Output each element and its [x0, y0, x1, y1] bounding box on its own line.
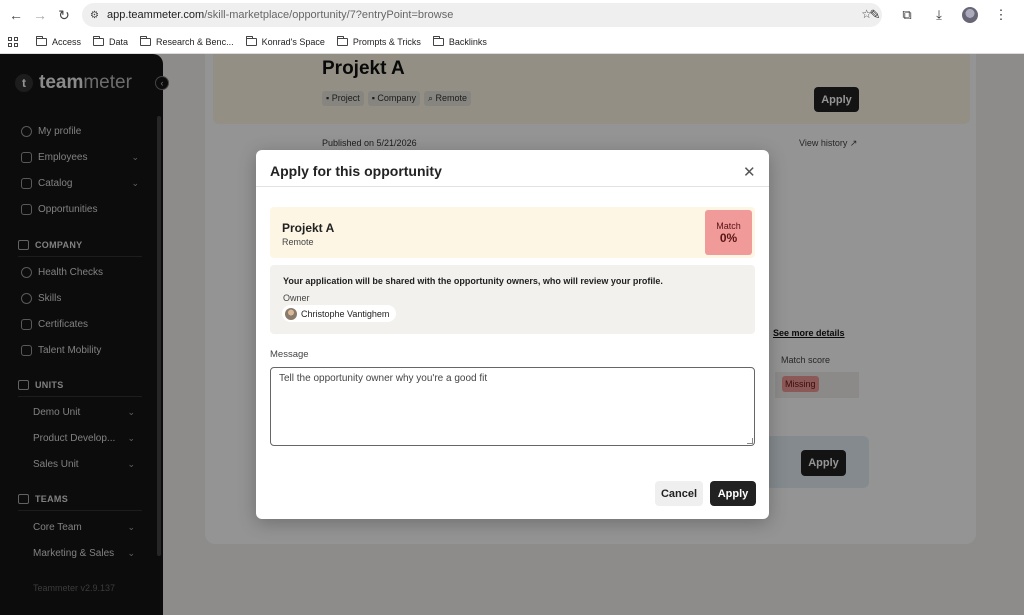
- bookmark-research[interactable]: Research & Benc...: [140, 35, 234, 47]
- browser-tools: ✎ ⧉ ⤓ ⋮: [866, 6, 1010, 24]
- url-text: app.teammeter.com/skill-marketplace/oppo…: [106, 9, 454, 21]
- bookmark-konrads-space[interactable]: Konrad's Space: [245, 35, 325, 47]
- download-icon[interactable]: ⤓: [930, 6, 948, 24]
- reload-icon[interactable]: ↻: [52, 3, 76, 27]
- eyedropper-icon[interactable]: ✎: [866, 6, 884, 24]
- opportunity-title: Projekt A: [282, 221, 335, 235]
- extensions-icon[interactable]: ⧉: [898, 6, 916, 24]
- match-badge: Match 0%: [705, 210, 752, 255]
- site-info-icon[interactable]: ⚙: [90, 10, 99, 21]
- avatar: [285, 307, 297, 320]
- divider: [256, 186, 769, 187]
- bookmark-data[interactable]: Data: [93, 35, 128, 47]
- match-label: Match: [716, 220, 741, 231]
- owner-label: Owner: [283, 293, 310, 303]
- apply-button[interactable]: Apply: [710, 481, 756, 506]
- menu-icon[interactable]: ⋮: [992, 6, 1010, 24]
- bookmark-prompts[interactable]: Prompts & Tricks: [336, 35, 421, 47]
- address-bar[interactable]: ⚙ app.teammeter.com/skill-marketplace/op…: [82, 3, 882, 27]
- application-info: Your application will be shared with the…: [270, 265, 755, 334]
- folder-icon: [245, 35, 257, 46]
- match-value: 0%: [719, 230, 738, 245]
- info-text: Your application will be shared with the…: [283, 276, 663, 286]
- folder-icon: [36, 35, 47, 46]
- bookmarks-bar: Access Data Research & Benc... Konrad's …: [0, 30, 1024, 54]
- modal-title: Apply for this opportunity: [270, 163, 442, 179]
- opportunity-location: Remote: [282, 237, 314, 247]
- bookmark-backlinks[interactable]: Backlinks: [432, 35, 487, 47]
- message-label: Message: [270, 349, 309, 360]
- folder-icon: [432, 35, 444, 46]
- apply-modal: Apply for this opportunity ✕ Projekt A R…: [256, 150, 769, 519]
- close-icon[interactable]: ✕: [743, 163, 756, 181]
- profile-avatar[interactable]: [962, 7, 978, 23]
- back-arrow-icon[interactable]: ←: [4, 3, 28, 27]
- bookmark-access[interactable]: Access: [36, 35, 81, 47]
- message-input[interactable]: [270, 367, 755, 446]
- resize-handle[interactable]: [747, 438, 753, 444]
- opportunity-summary: Projekt A Remote Match 0%: [270, 207, 755, 258]
- cancel-button[interactable]: Cancel: [655, 481, 703, 506]
- browser-toolbar: ← → ↻ ⚙ app.teammeter.com/skill-marketpl…: [0, 0, 1024, 30]
- folder-icon: [93, 35, 105, 46]
- folder-icon: [336, 35, 348, 46]
- forward-arrow-icon[interactable]: →: [28, 3, 52, 27]
- apps-grid-icon[interactable]: [8, 36, 18, 47]
- owner-chip: Christophe Vantighem: [282, 305, 397, 322]
- folder-icon: [140, 35, 152, 46]
- owner-name: Christophe Vantighem: [301, 308, 390, 319]
